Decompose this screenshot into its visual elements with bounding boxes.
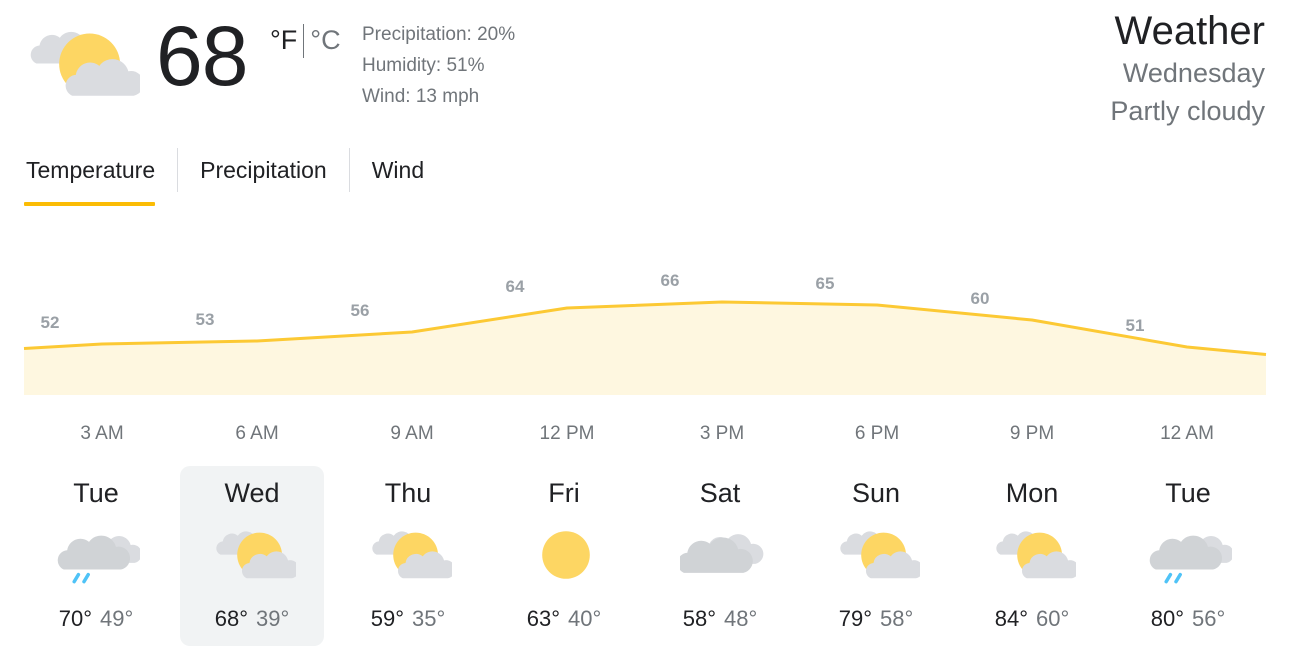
- forecast-day[interactable]: Mon 84° 60°: [960, 466, 1104, 646]
- weather-header: Weather Wednesday Partly cloudy: [1110, 8, 1265, 130]
- forecast-temps: 84° 60°: [960, 604, 1104, 634]
- forecast-day[interactable]: Tue 80° 56°: [1116, 466, 1260, 646]
- precipitation-text: Precipitation: 20%: [362, 24, 516, 45]
- forecast-day-name: Mon: [1005, 478, 1059, 508]
- forecast-low: 60°: [1036, 606, 1070, 631]
- tab-wind[interactable]: Wind: [348, 148, 446, 192]
- rain-icon: [1148, 520, 1234, 590]
- forecast-high: 63°: [526, 606, 560, 631]
- unit-divider: [303, 24, 305, 58]
- forecast-high: 59°: [370, 606, 404, 631]
- forecast-temps: 58° 48°: [648, 604, 792, 634]
- chart-tabs: Temperature Precipitation Wind: [24, 148, 446, 206]
- temperature-value-label: 52: [41, 313, 60, 332]
- forecast-low: 58°: [880, 606, 914, 631]
- time-tick-label: 3 AM: [80, 423, 123, 444]
- partly-cloudy-icon: [368, 520, 456, 590]
- tab-temperature[interactable]: Temperature: [24, 148, 177, 206]
- time-tick-label: 9 AM: [390, 423, 433, 444]
- humidity-text: Humidity: 51%: [362, 55, 485, 76]
- forecast-high: 70°: [58, 606, 92, 631]
- temperature-value-label: 65: [816, 274, 835, 293]
- unit-celsius-button[interactable]: °C: [310, 22, 340, 58]
- forecast-high: 80°: [1150, 606, 1184, 631]
- sunny-icon: [524, 520, 608, 590]
- partly-cloudy-icon: [212, 520, 300, 590]
- forecast-high: 58°: [682, 606, 716, 631]
- daily-forecast: Tue 70° 49° Wed 68° 39° Thu 59° 35° Fri 63°…: [18, 466, 1270, 646]
- time-tick-label: 6 PM: [855, 423, 899, 444]
- forecast-day[interactable]: Thu 59° 35°: [336, 466, 480, 646]
- forecast-temps: 80° 56°: [1116, 604, 1260, 634]
- forecast-temps: 70° 49°: [24, 604, 168, 634]
- weather-details: Precipitation: 20% Humidity: 51% Wind: 1…: [362, 19, 515, 112]
- time-tick-label: 12 AM: [1160, 423, 1214, 444]
- current-temperature: 68: [156, 9, 248, 103]
- temperature-value-label: 66: [661, 271, 680, 290]
- forecast-temps: 59° 35°: [336, 604, 480, 634]
- forecast-temps: 79° 58°: [804, 604, 948, 634]
- forecast-day-name: Sat: [699, 478, 741, 508]
- current-weather-icon: [24, 24, 144, 104]
- wind-text: Wind: 13 mph: [362, 86, 480, 107]
- forecast-high: 68°: [214, 606, 248, 631]
- time-tick-label: 6 AM: [235, 423, 278, 444]
- forecast-day-name: Sun: [851, 478, 901, 508]
- temperature-value-label: 64: [506, 277, 525, 296]
- forecast-low: 48°: [724, 606, 758, 631]
- weather-condition: Partly cloudy: [1110, 96, 1265, 126]
- forecast-day-name: Wed: [224, 478, 280, 508]
- unit-switch: °F °C: [270, 22, 341, 58]
- forecast-low: 49°: [100, 606, 134, 631]
- forecast-low: 35°: [412, 606, 446, 631]
- forecast-high: 84°: [994, 606, 1028, 631]
- forecast-day-name: Tue: [73, 478, 119, 508]
- forecast-day-name: Tue: [1165, 478, 1211, 508]
- forecast-day[interactable]: Tue 70° 49°: [24, 466, 168, 646]
- temperature-value-label: 56: [351, 301, 370, 320]
- forecast-low: 56°: [1192, 606, 1226, 631]
- forecast-day[interactable]: Sat 58° 48°: [648, 466, 792, 646]
- temperature-value-label: 51: [1126, 316, 1145, 335]
- time-tick-label: 9 PM: [1010, 423, 1054, 444]
- cloudy-icon: [677, 520, 764, 590]
- forecast-high: 79°: [838, 606, 872, 631]
- time-tick-label: 12 PM: [540, 423, 595, 444]
- partly-cloudy-icon: [992, 520, 1080, 590]
- forecast-day[interactable]: Sun 79° 58°: [804, 466, 948, 646]
- time-tick-label: 3 PM: [700, 423, 744, 444]
- temperature-value-label: 53: [196, 310, 215, 329]
- temperature-chart: 52 3 AM 53 6 AM 56 9 AM 64 12 PM 66 3 PM 65 6 PM 60 9…: [23, 271, 1267, 444]
- unit-fahrenheit-button[interactable]: °F: [270, 22, 297, 58]
- forecast-day-name: Thu: [384, 478, 432, 508]
- temperature-value-label: 60: [971, 289, 990, 308]
- forecast-day[interactable]: Wed 68° 39°: [180, 466, 324, 646]
- forecast-temps: 63° 40°: [492, 604, 636, 634]
- weather-day: Wednesday: [1122, 58, 1265, 88]
- forecast-temps: 68° 39°: [180, 604, 324, 634]
- weather-title: Weather: [1114, 9, 1265, 53]
- tab-precipitation[interactable]: Precipitation: [177, 148, 349, 192]
- forecast-low: 40°: [568, 606, 602, 631]
- rain-icon: [56, 520, 142, 590]
- forecast-low: 39°: [256, 606, 290, 631]
- partly-cloudy-icon: [836, 520, 924, 590]
- forecast-day-name: Fri: [548, 478, 580, 508]
- forecast-day[interactable]: Fri 63° 40°: [492, 466, 636, 646]
